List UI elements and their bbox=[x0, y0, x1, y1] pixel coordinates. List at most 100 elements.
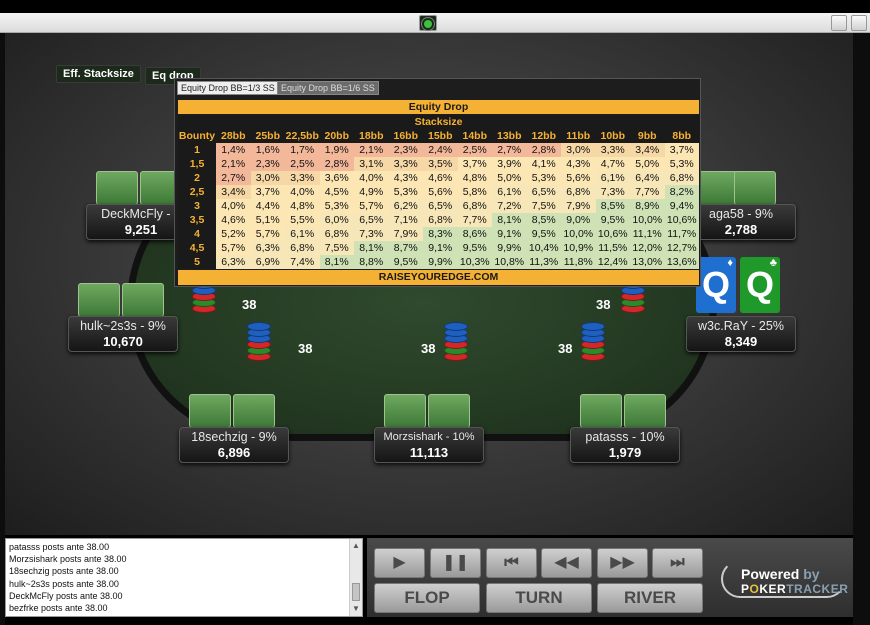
logo-pokertracker: POKERTRACKER bbox=[741, 582, 849, 596]
equity-cell: 10,6% bbox=[664, 213, 699, 227]
equity-cell: 2,5% bbox=[457, 143, 492, 157]
player-plate: w3c.RaY - 25% 8,349 bbox=[686, 316, 796, 352]
equity-cell: 5,6% bbox=[561, 171, 596, 185]
equity-cell: 2,3% bbox=[388, 143, 423, 157]
first-button[interactable]: ⏮ bbox=[486, 548, 537, 578]
player-stack: 8,349 bbox=[724, 334, 758, 349]
hole-cards bbox=[189, 394, 279, 428]
river-button[interactable]: RIVER bbox=[597, 583, 703, 613]
scroll-thumb[interactable] bbox=[352, 583, 360, 601]
bet-amount: 38 bbox=[242, 297, 257, 312]
equity-cell: 4,1% bbox=[526, 157, 561, 171]
table-header-row: Bounty 28bb 25bb 22,5bb 20bb 18bb 16bb 15bb 14b… bbox=[178, 129, 699, 143]
column-header: 11bb bbox=[566, 130, 591, 142]
table-row: 3 4,0% 4,4% 4,8% 5,3% 5,7% 6,2% 6,5% 6,8% 7,2% 7,5… bbox=[178, 199, 699, 213]
column-header: 25bb bbox=[255, 130, 280, 142]
equity-cell: 6,1% bbox=[492, 185, 527, 199]
rewind-button[interactable]: ◀◀ bbox=[541, 548, 592, 578]
equity-cell: 4,8% bbox=[457, 171, 492, 185]
row-label: 5 bbox=[178, 255, 216, 269]
player-stack: 2,788 bbox=[724, 222, 758, 237]
right-border bbox=[853, 33, 870, 625]
column-header: 12bb bbox=[531, 130, 556, 142]
equity-cell: 9,1% bbox=[423, 241, 458, 255]
row-label: 2 bbox=[178, 171, 216, 185]
equity-cell: 11,8% bbox=[561, 255, 596, 269]
equity-cell: 4,3% bbox=[388, 171, 423, 185]
equity-cell: 9,0% bbox=[561, 213, 596, 227]
equity-cell: 5,7% bbox=[216, 241, 251, 255]
equity-cell: 6,8% bbox=[457, 199, 492, 213]
column-header: 15bb bbox=[427, 130, 453, 142]
equity-cell: 5,1% bbox=[250, 213, 285, 227]
equity-cell: 6,5% bbox=[354, 213, 389, 227]
column-header: 18bb bbox=[358, 130, 384, 142]
turn-button[interactable]: TURN bbox=[486, 583, 592, 613]
tab-equity-drop-1-3[interactable]: Equity Drop BB=1/3 SS bbox=[177, 81, 279, 95]
equity-cell: 6,8% bbox=[423, 213, 458, 227]
equity-cell: 5,3% bbox=[526, 171, 561, 185]
row-label: 1 bbox=[178, 143, 216, 157]
pause-button[interactable]: ❚❚ bbox=[430, 548, 481, 578]
hero-card: Q ♣ bbox=[740, 257, 780, 313]
equity-cell: 1,7% bbox=[285, 143, 320, 157]
equity-cell: 6,8% bbox=[561, 185, 596, 199]
card-back bbox=[428, 394, 470, 428]
equity-cell: 4,7% bbox=[595, 157, 630, 171]
equity-cell: 5,8% bbox=[457, 185, 492, 199]
player-plate: hulk~2s3s - 9% 10,670 bbox=[68, 316, 178, 352]
equity-cell: 5,3% bbox=[388, 185, 423, 199]
equity-cell: 8,3% bbox=[423, 227, 458, 241]
bet-amount: 38 bbox=[596, 297, 611, 312]
equity-cell: 3,0% bbox=[561, 143, 596, 157]
equity-cell: 11,7% bbox=[664, 227, 699, 241]
hole-cards bbox=[696, 171, 786, 205]
equity-cell: 5,7% bbox=[354, 199, 389, 213]
scroll-down-icon[interactable]: ▼ bbox=[352, 604, 360, 613]
forward-button[interactable]: ▶▶ bbox=[597, 548, 648, 578]
action-log[interactable]: patasss posts ante 38.00 Morzsishark post… bbox=[5, 538, 363, 617]
equity-cell: 4,0% bbox=[354, 171, 389, 185]
equity-cell: 3,1% bbox=[354, 157, 389, 171]
log-scrollbar[interactable]: ▲ ▼ bbox=[349, 539, 362, 616]
equity-cell: 4,0% bbox=[285, 185, 320, 199]
minimize-icon[interactable] bbox=[831, 15, 847, 31]
table-row: 1,5 2,1% 2,3% 2,5% 2,8% 3,1% 3,3% 3,5% 3,7% 3,9% 4… bbox=[178, 157, 699, 171]
equity-cell: 1,9% bbox=[319, 143, 354, 157]
equity-cell: 9,5% bbox=[595, 213, 630, 227]
player-name: hulk~2s3s - 9% bbox=[80, 319, 166, 333]
equity-cell: 6,5% bbox=[526, 185, 561, 199]
card-back bbox=[734, 171, 776, 205]
equity-cell: 6,9% bbox=[250, 255, 285, 269]
tab-equity-drop-1-6[interactable]: Equity Drop BB=1/6 SS bbox=[277, 81, 379, 95]
equity-cell: 12,4% bbox=[595, 255, 630, 269]
column-header: 9bb bbox=[637, 130, 657, 142]
player-stack: 6,896 bbox=[217, 445, 251, 460]
play-button[interactable]: ▶ bbox=[374, 548, 425, 578]
card-back bbox=[78, 283, 120, 317]
chip bbox=[444, 322, 468, 331]
last-button[interactable]: ⏭ bbox=[652, 548, 703, 578]
hole-cards bbox=[384, 394, 474, 428]
equity-cell: 7,9% bbox=[388, 227, 423, 241]
equity-cell: 2,1% bbox=[216, 157, 251, 171]
column-header: 10bb bbox=[600, 130, 625, 142]
equity-cell: 5,7% bbox=[250, 227, 285, 241]
column-header: 28bb bbox=[220, 130, 246, 142]
close-icon[interactable] bbox=[851, 15, 867, 31]
equity-cell: 4,5% bbox=[319, 185, 354, 199]
equity-cell: 2,5% bbox=[285, 157, 320, 171]
equity-cell: 3,7% bbox=[457, 157, 492, 171]
scroll-up-icon[interactable]: ▲ bbox=[352, 541, 360, 550]
pokertracker-logo: Powered by POKERTRACKER bbox=[721, 560, 849, 598]
popup-subtitle: Stacksize bbox=[178, 115, 699, 129]
column-header: 8bb bbox=[672, 130, 692, 142]
column-header: 13bb bbox=[496, 130, 522, 142]
equity-cell: 7,2% bbox=[492, 199, 527, 213]
equity-cell: 6,0% bbox=[319, 213, 354, 227]
row-label: 3,5 bbox=[178, 213, 216, 227]
equity-cell: 9,5% bbox=[457, 241, 492, 255]
equity-cell: 10,4% bbox=[526, 241, 561, 255]
table-row: 2 2,7% 3,0% 3,3% 3,6% 4,0% 4,3% 4,6% 4,8% 5,0% 5,3… bbox=[178, 171, 699, 185]
flop-button[interactable]: FLOP bbox=[374, 583, 480, 613]
